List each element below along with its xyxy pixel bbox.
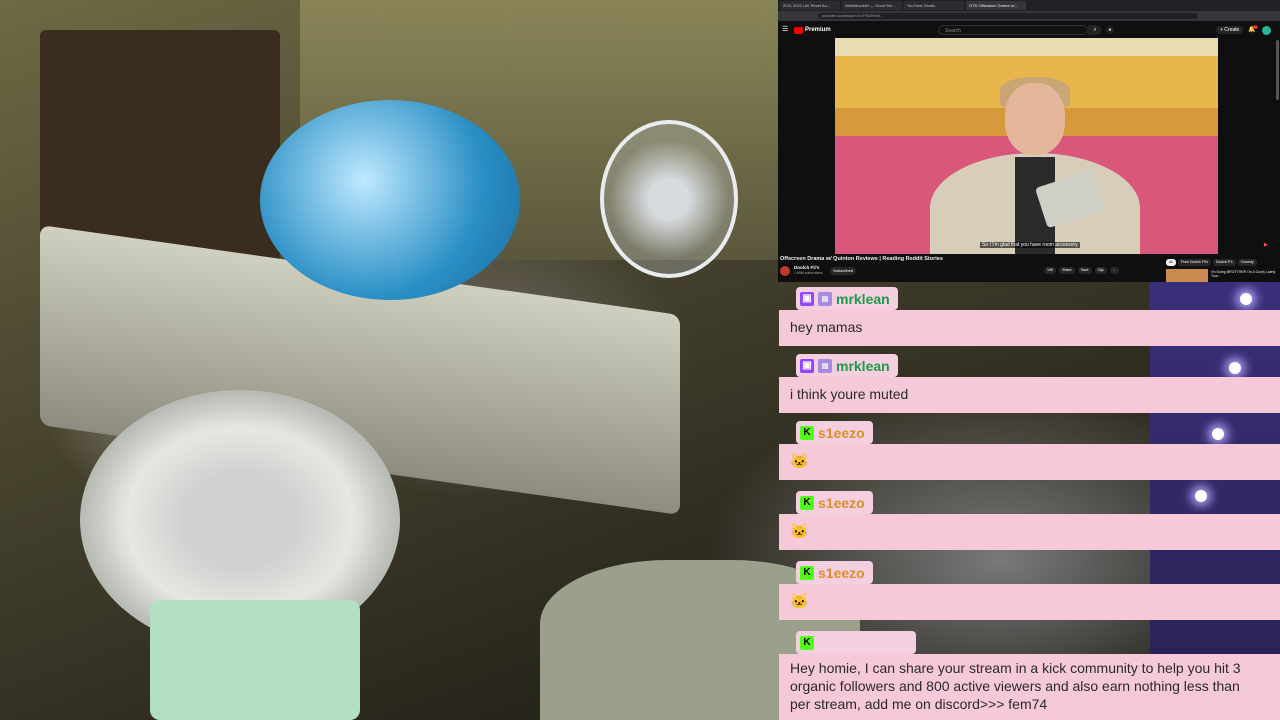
subscriber-badge-icon: ▤ — [818, 291, 832, 306]
logo-text: Premium — [805, 27, 831, 33]
cotton-candy-machine-base — [150, 600, 360, 720]
account-avatar[interactable] — [1262, 26, 1271, 35]
youtube-play-icon — [794, 26, 803, 34]
chat-text: 🐱 — [779, 584, 1280, 620]
browser-window: 2021 2022 Life Reset Au... Walletbooklet… — [778, 0, 1280, 282]
address-bar: youtube.com/watch?v=FRa0Hn0... — [778, 11, 1280, 21]
chat-message: K s1eezo 🐱 — [779, 421, 1280, 483]
recommended-video[interactable]: I'm Going BROTTHER On A Goofy Lately Tou… — [1166, 269, 1278, 282]
channel-name[interactable]: Doolch Fil's — [794, 265, 819, 270]
chat-username: s1eezo — [818, 424, 865, 441]
kick-icon: K — [800, 635, 814, 650]
chat-text-line: organic followers and 800 active viewers… — [790, 678, 1240, 694]
more-button[interactable]: ... — [1109, 267, 1119, 274]
chip-from-channel[interactable]: From Doolch Fil's — [1177, 259, 1212, 266]
notification-count: 9+ — [1253, 25, 1258, 29]
chat-overlay: ▣ ▤ mrklean hey mamas ▣ ▤ mrklean i thin… — [779, 283, 1280, 720]
desk-fan — [600, 120, 738, 278]
subscriber-badge-icon: ▤ — [818, 358, 832, 373]
presenter — [930, 77, 1140, 254]
chat-text: hey mamas — [779, 310, 1280, 346]
chat-text: 🐱 — [779, 444, 1280, 480]
youtube-logo[interactable]: Premium — [794, 25, 831, 35]
channel-subscribers: 1.89M subscribers — [794, 271, 823, 275]
hamburger-menu-icon[interactable]: ☰ — [782, 26, 790, 34]
chat-text: i think youre muted — [779, 377, 1280, 413]
browser-tab-active[interactable]: OTS Offseason Drama w/... — [966, 1, 1026, 10]
twitch-icon: ▣ — [800, 291, 814, 306]
chat-message: K s1eezo 🐱 — [779, 561, 1280, 623]
chat-name-tag: K s1eezo — [796, 491, 873, 514]
tab-bar: 2021 2022 Life Reset Au... Walletbooklet… — [778, 0, 1280, 11]
browser-tab[interactable]: 2021 2022 Life Reset Au... — [780, 1, 840, 10]
chat-username: mrklean — [836, 357, 890, 374]
share-button[interactable]: Share — [1059, 267, 1075, 274]
chat-username: mrklean — [836, 290, 890, 307]
chip-all[interactable]: All — [1166, 259, 1176, 266]
browser-tab[interactable]: YouTube Studio — [904, 1, 964, 10]
chat-message: ▣ ▤ mrklean hey mamas — [779, 287, 1280, 349]
channel-row: Doolch Fil's 1.89M subscribers Subscribe… — [780, 265, 1080, 277]
chat-name-tag: ▣ ▤ mrklean — [796, 354, 898, 377]
video-title: Offscreen Drama w/ Quinton Reviews | Rea… — [780, 256, 943, 262]
subscribe-button[interactable]: Subscribed — [830, 267, 857, 275]
emote-icon: 🐱 — [790, 593, 809, 610]
recommendation-chips: All From Doolch Fil's Doolch P's Comedy — [1166, 259, 1257, 266]
save-button[interactable]: Save — [1077, 267, 1092, 274]
presenter-head — [1005, 83, 1065, 155]
inflatable-pool-float — [260, 100, 520, 300]
chat-text: 🐱 — [779, 514, 1280, 550]
recommended-title: I'm Going BROTTHER On A Goofy Lately Tou… — [1211, 270, 1276, 278]
recommended-thumbnail — [1166, 269, 1208, 282]
twitch-icon: ▣ — [800, 358, 814, 373]
emote-icon: 🐱 — [790, 453, 809, 470]
clip-button[interactable]: Clip — [1094, 267, 1107, 274]
video-player[interactable]: So I I'm glad that you have room accesso… — [835, 38, 1218, 254]
kick-icon: K — [800, 425, 814, 440]
chat-name-tag: K — [796, 631, 916, 654]
chat-text-line: per stream, add me on discord>>> fem74 — [790, 696, 1048, 712]
scrollbar[interactable] — [1276, 40, 1279, 100]
chat-message: K s1eezo 🐱 — [779, 491, 1280, 553]
search-input[interactable]: Search — [938, 25, 1088, 35]
create-button[interactable]: + Create — [1216, 26, 1244, 34]
youtube-header: ☰ Premium Search ⌕ ● + Create 🔔 9+ — [778, 22, 1280, 38]
chat-username: s1eezo — [818, 494, 865, 511]
emote-icon: 🐱 — [790, 523, 809, 540]
chip-comedy[interactable]: Comedy — [1237, 259, 1257, 266]
kick-icon: K — [800, 495, 814, 510]
backdrop-stripe — [835, 38, 1218, 56]
chat-username: s1eezo — [818, 564, 865, 581]
chat-name-tag: K s1eezo — [796, 421, 873, 444]
like-button[interactable]: 19K — [1044, 267, 1057, 274]
url-input[interactable]: youtube.com/watch?v=FRa0Hn0... — [818, 13, 1198, 19]
chat-text-line: Hey homie, I can share your stream in a … — [790, 660, 1241, 676]
video-caption: So I I'm glad that you have room accesso… — [980, 242, 1080, 248]
video-actions: 19K Share Save Clip ... — [1044, 267, 1119, 274]
chat-name-tag: K s1eezo — [796, 561, 873, 584]
chat-message: K Hey homie, I can share your stream in … — [779, 631, 1280, 720]
browser-tab[interactable]: Walletbooklet — Good Sto... — [842, 1, 902, 10]
channel-avatar[interactable] — [780, 266, 790, 276]
search-icon[interactable]: ⌕ — [1088, 25, 1102, 35]
chat-message: ▣ ▤ mrklean i think youre muted — [779, 354, 1280, 416]
chat-text: Hey homie, I can share your stream in a … — [779, 654, 1280, 720]
chip-channel[interactable]: Doolch P's — [1213, 259, 1236, 266]
channel-watermark: ▶ — [1264, 242, 1268, 248]
microphone-icon[interactable]: ● — [1106, 26, 1114, 34]
kick-icon: K — [800, 565, 814, 580]
chat-name-tag: ▣ ▤ mrklean — [796, 287, 898, 310]
